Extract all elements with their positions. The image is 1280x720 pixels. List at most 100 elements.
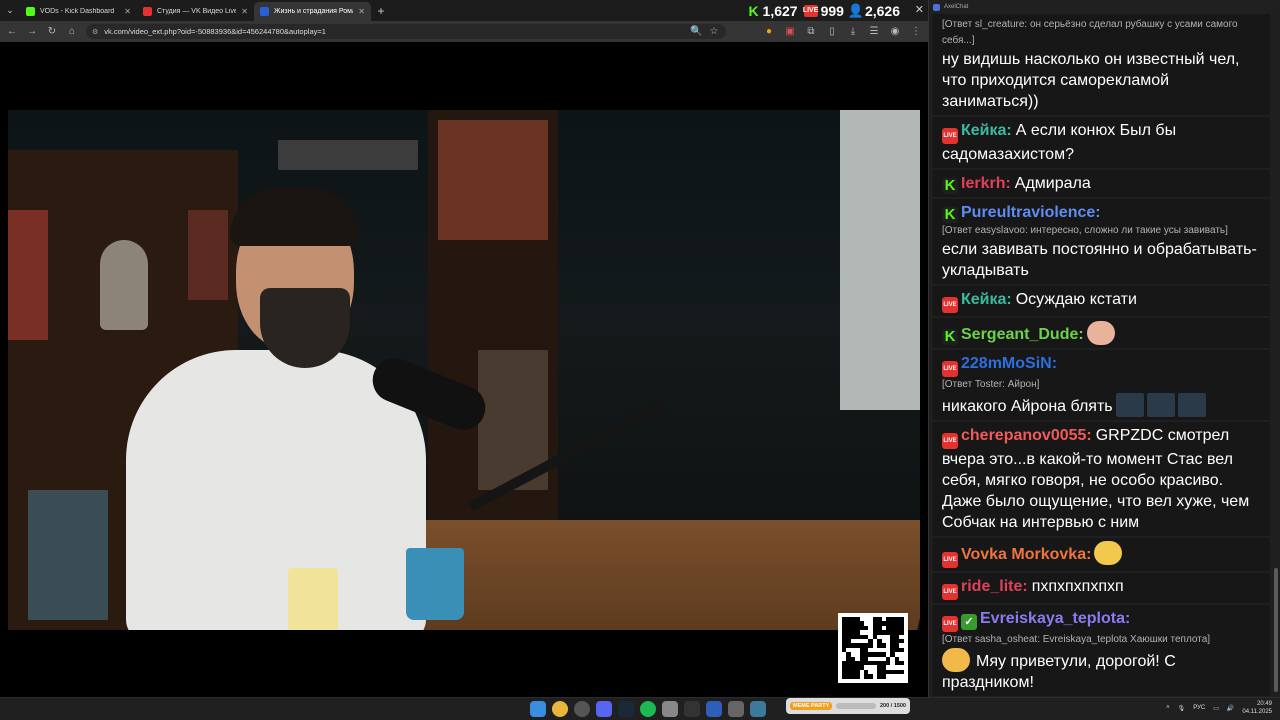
mic-icon[interactable]: 🎙 (1178, 705, 1186, 712)
volume-icon[interactable]: 🔊 (1227, 705, 1234, 712)
dark-emote (1146, 393, 1175, 417)
chat-username[interactable]: Pureultraviolence: (961, 204, 1101, 221)
profile-icon[interactable]: ◉ (889, 26, 901, 37)
kick-badge-icon: K (942, 178, 958, 194)
chat-username[interactable]: Ierkrh: (961, 175, 1011, 192)
chrome-icon[interactable] (552, 701, 568, 717)
app-icon[interactable] (750, 701, 766, 717)
video-player[interactable] (8, 110, 920, 630)
chat-message: LIVE ✓ Evreiskaya_teplota: [Ответ sasha_osh… (933, 605, 1270, 696)
chat-message-text: Мяу приветули, дорогой! С праздником! (942, 653, 1176, 691)
qr-cell (899, 669, 904, 675)
app-icon[interactable] (684, 701, 700, 717)
site-info-icon[interactable]: ⚙ (92, 28, 98, 36)
reading-list-icon[interactable]: ☰ (868, 26, 880, 37)
vk-live-badge-icon: LIVE (942, 552, 958, 568)
chat-username[interactable]: Кейка: (961, 291, 1012, 308)
kick-icon: K (747, 2, 760, 19)
obs-icon[interactable] (574, 701, 590, 717)
qr-cell (855, 674, 860, 679)
vk-live-badge-icon: LIVE (942, 616, 958, 632)
chat-message: [Ответ sl_creature: он серьёзно сделал р… (933, 14, 1270, 115)
browser-window: ⌄ VODs - Kick Dashboard ✕ Студия — VK Ви… (0, 0, 928, 697)
extension-icon[interactable]: ● (763, 26, 775, 37)
chat-message: K Ierkrh: Адмирала (933, 170, 1270, 197)
meme-party-widget[interactable]: MEME PARTY 200 / 1500 (786, 698, 910, 714)
chat-titlebar: AxelChat (929, 0, 1280, 14)
video-viewport[interactable] (0, 42, 928, 697)
chat-message-text: Осуждаю кстати (1015, 291, 1137, 308)
chat-message: LIVE Vovka Morkovka: (933, 538, 1270, 571)
total-viewers: 👤 2,626 (848, 3, 900, 19)
language-indicator[interactable]: РУС (1193, 705, 1205, 711)
chat-message-text: ну видишь насколько он известный чел, чт… (942, 51, 1240, 110)
chat-message: LIVE Кейка: Осуждаю кстати (933, 286, 1270, 316)
close-tab-icon[interactable]: ✕ (358, 7, 365, 16)
chat-scrollbar[interactable] (1274, 568, 1278, 692)
app-icon[interactable] (662, 701, 678, 717)
new-tab-button[interactable]: + (371, 4, 391, 18)
chat-username[interactable]: cherepanov0055: (961, 427, 1092, 444)
book (8, 210, 48, 340)
home-icon[interactable]: ⌂ (66, 26, 78, 37)
vk-live-favicon-icon (143, 7, 152, 16)
tab-vk-video[interactable]: Жизнь и страдания Роман ✕ (254, 2, 371, 21)
app-icon (933, 3, 940, 11)
qr-cell (899, 630, 904, 635)
clock-time: 20:49 (1256, 701, 1272, 707)
more-menu-icon[interactable]: ⋮ (910, 26, 922, 37)
hug-emote (942, 648, 970, 672)
url-text: vk.com/video_ext.php?oid=-50883936&id=45… (104, 27, 326, 36)
extensions-puzzle-icon[interactable]: ⧉ (805, 26, 817, 37)
vk-favicon-icon (260, 7, 269, 16)
chat-message-text: если завивать постоянно и обрабатывать-у… (942, 241, 1257, 279)
kick-viewer-count: 1,627 (762, 2, 798, 19)
clock[interactable]: 20:49 04.11.2025 (1242, 700, 1272, 716)
tab-kick-vods[interactable]: VODs - Kick Dashboard ✕ (20, 2, 137, 21)
chat-username[interactable]: Кейка: (961, 122, 1012, 139)
bookmark-star-icon[interactable]: ☆ (708, 26, 720, 37)
qr-cell (899, 661, 904, 666)
chat-message-list[interactable]: [Ответ sl_creature: он серьёзно сделал р… (933, 14, 1270, 697)
tab-search-icon[interactable]: ⌄ (0, 0, 20, 21)
tray-chevron-icon[interactable]: ˄ (1166, 705, 1170, 711)
chat-username[interactable]: Sergeant_Dude: (961, 326, 1084, 343)
tab-vk-studio[interactable]: Студия — VK Видео Live ✕ (137, 2, 254, 21)
spotify-icon[interactable] (640, 701, 656, 717)
tab-title: VODs - Kick Dashboard (40, 8, 115, 15)
chat-message: LIVE 228mMoSiN: [Ответ Toster: Айрон] никак… (933, 350, 1270, 420)
qr-cell (899, 647, 904, 653)
close-window-icon[interactable]: ✕ (915, 3, 924, 16)
close-tab-icon[interactable]: ✕ (241, 7, 248, 16)
bald-head-emote (1086, 321, 1115, 345)
chat-username[interactable]: Evreiskaya_teplota: (980, 610, 1130, 627)
reload-icon[interactable]: ↻ (46, 26, 58, 37)
chat-message: LIVE cherepanov0055: GRPZDC смотрел вчера … (933, 422, 1270, 536)
vk-viewers: LIVE 999 (803, 3, 844, 19)
address-bar[interactable]: ⚙ vk.com/video_ext.php?oid=-50883936&id=… (86, 24, 726, 39)
network-icon[interactable]: ▭ (1213, 705, 1219, 712)
chat-username[interactable]: 228mMoSiN: (961, 355, 1057, 372)
split-icon[interactable]: ▯ (826, 26, 838, 37)
back-icon[interactable]: ← (6, 26, 18, 37)
tab-title: Студия — VK Видео Live (157, 8, 237, 15)
download-icon[interactable]: ⤓ (847, 26, 859, 37)
extension-icon[interactable]: ▣ (784, 26, 796, 37)
book (188, 210, 228, 300)
kick-favicon-icon (26, 7, 35, 16)
zoom-icon[interactable]: 🔍 (690, 26, 702, 37)
chat-username[interactable]: Vovka Morkovka: (961, 546, 1091, 563)
window-light (840, 110, 920, 410)
app-icon[interactable] (706, 701, 722, 717)
steam-icon[interactable] (618, 701, 634, 717)
yellow-cup (288, 568, 338, 630)
chat-username[interactable]: ride_lite: (961, 578, 1028, 595)
start-icon[interactable] (530, 701, 546, 717)
checkmark-badge-icon: ✓ (961, 614, 977, 630)
orchid-plant (100, 240, 148, 330)
chat-reply-quote: [Ответ sasha_osheat: Evreiskaya_teplota … (942, 634, 1211, 645)
forward-icon[interactable]: → (26, 26, 38, 37)
app-icon[interactable] (728, 701, 744, 717)
close-tab-icon[interactable]: ✕ (124, 7, 131, 16)
discord-icon[interactable] (596, 701, 612, 717)
